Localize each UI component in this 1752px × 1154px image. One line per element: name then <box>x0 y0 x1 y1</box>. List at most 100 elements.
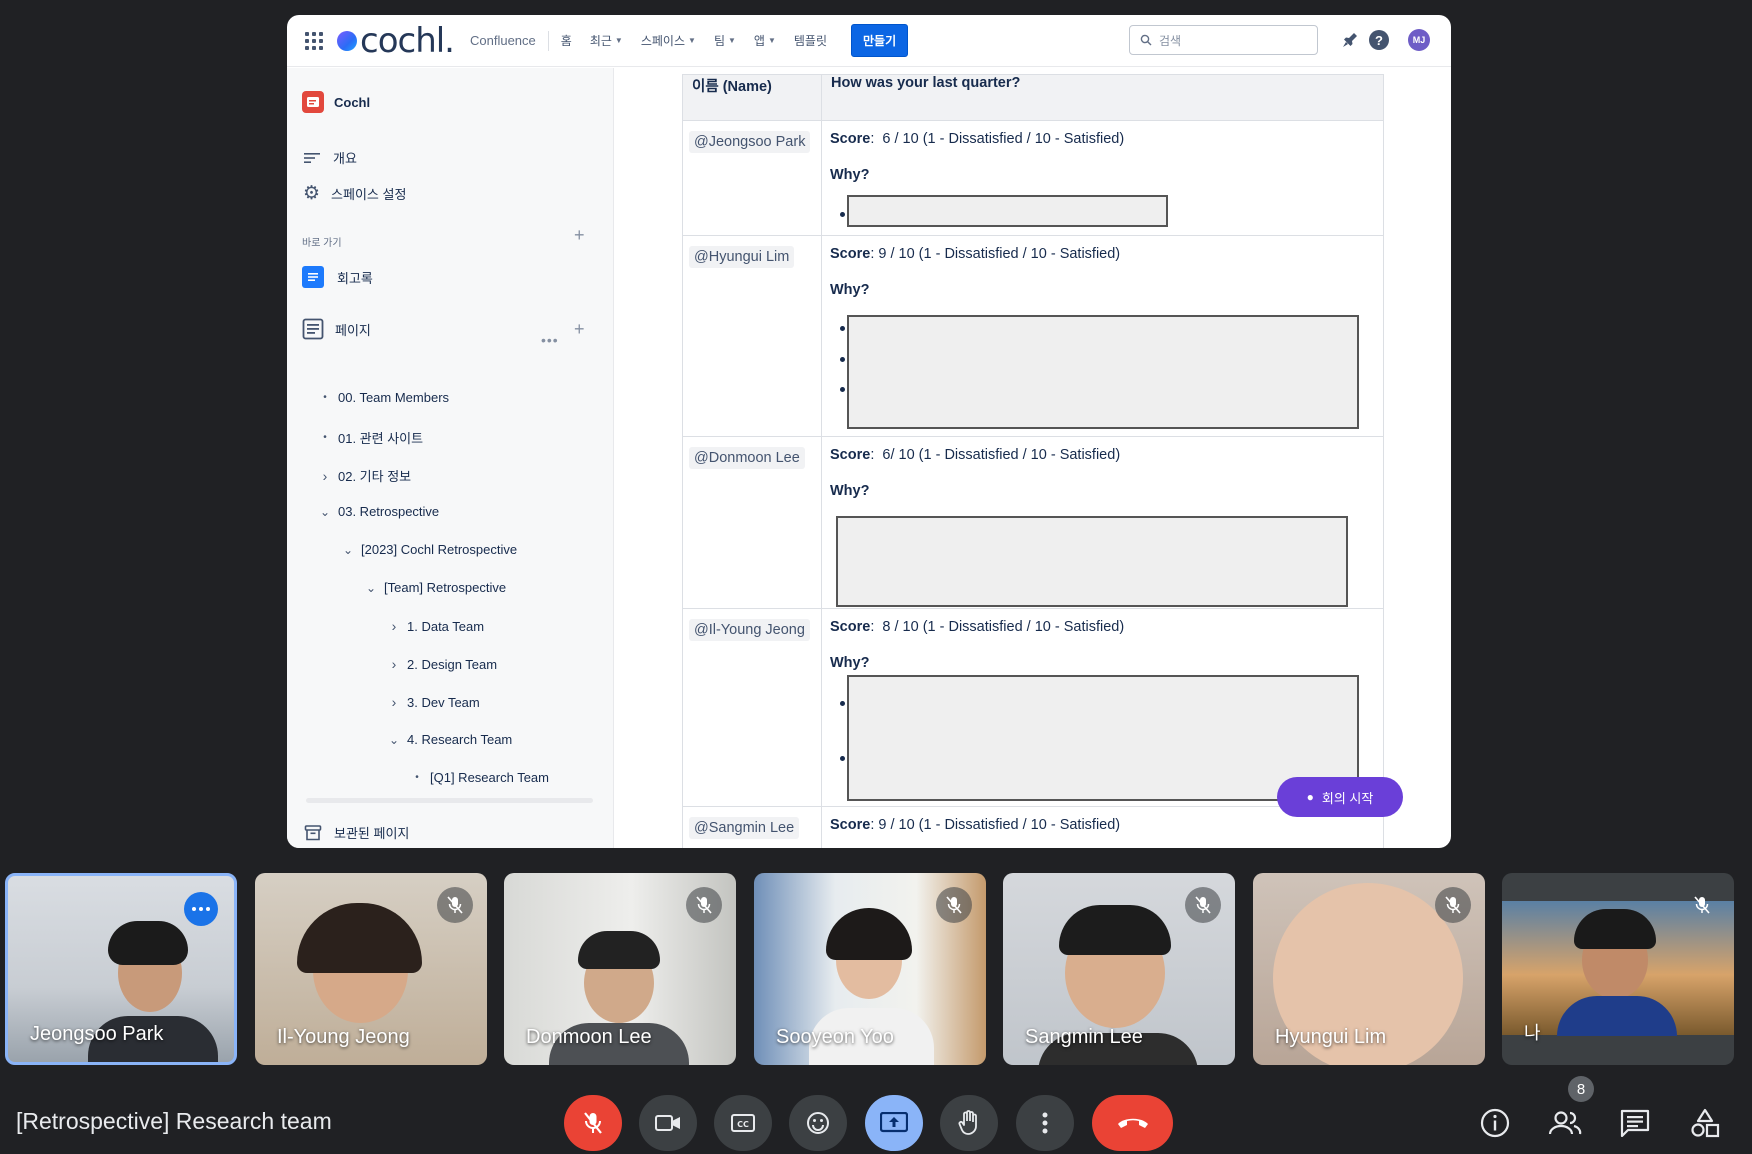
shortcuts-header: 바로 가기 <box>302 238 342 249</box>
participant-tile[interactable]: Il-Young Jeong <box>255 873 487 1065</box>
people-button[interactable] <box>1547 1105 1583 1141</box>
sidebar-item-space-settings[interactable]: ⚙ 스페이스 설정 <box>303 184 406 203</box>
app-switcher-icon[interactable] <box>305 31 323 50</box>
lightbulb-icon: ● <box>1306 790 1314 804</box>
nav-spaces[interactable]: 스페이스 ▼ <box>641 32 696 49</box>
leave-call-button[interactable] <box>1092 1095 1173 1151</box>
score-value: 9 / 10 (1 - Dissatisfied / 10 - Satisfie… <box>878 817 1121 833</box>
mic-off-icon <box>447 896 463 914</box>
score-label: Score <box>830 246 871 262</box>
emoji-icon <box>807 1112 829 1134</box>
camera-button[interactable] <box>639 1095 697 1151</box>
sidebar-item-archived[interactable]: 보관된 페이지 <box>304 823 409 842</box>
notifications-icon[interactable] <box>1339 29 1361 51</box>
mic-off-icon <box>1694 896 1710 914</box>
people-icon <box>1548 1111 1582 1135</box>
bullet-icon: • <box>323 392 327 403</box>
user-mention[interactable]: @Il-Young Jeong <box>689 619 810 641</box>
user-mention[interactable]: @Jeongsoo Park <box>689 131 811 153</box>
mic-off-icon <box>1445 896 1461 914</box>
participant-tile[interactable]: Jeongsoo Park <box>5 873 237 1065</box>
user-mention[interactable]: @Sangmin Lee <box>689 817 800 839</box>
participant-tile[interactable]: Sangmin Lee <box>1003 873 1235 1065</box>
avatar[interactable]: MJ <box>1408 29 1430 51</box>
score-label: Score <box>830 619 871 635</box>
nav-teams[interactable]: 팀 ▼ <box>714 32 736 49</box>
present-screen-button[interactable] <box>865 1095 923 1151</box>
tree-item[interactable]: ⌄ 4. Research Team <box>387 732 512 747</box>
mic-off-indicator <box>437 887 473 923</box>
tree-item[interactable]: • 00. Team Members <box>318 390 449 405</box>
cochl-logo[interactable]: cochl. <box>337 24 455 58</box>
tree-item[interactable]: › 02. 기타 정보 <box>318 466 411 485</box>
chevron-down-icon: ▼ <box>727 36 736 45</box>
search-input[interactable]: 검색 <box>1129 25 1318 55</box>
self-tile[interactable]: 나 <box>1502 873 1734 1065</box>
user-mention[interactable]: @Donmoon Lee <box>689 447 805 469</box>
more-vertical-icon <box>1042 1112 1048 1134</box>
shortcut-retrospective[interactable]: 회고록 <box>302 266 373 288</box>
nav-apps[interactable]: 앱 ▼ <box>754 32 776 49</box>
why-label: Why? <box>830 483 870 499</box>
redacted-answer <box>847 195 1168 227</box>
chevron-down-icon: ▼ <box>688 36 696 45</box>
archive-icon <box>304 824 322 840</box>
pages-icon <box>302 318 324 340</box>
why-label: Why? <box>830 167 870 183</box>
chat-button[interactable] <box>1617 1105 1653 1141</box>
bullet-icon: • <box>323 432 327 443</box>
participant-hair <box>1059 905 1171 955</box>
space-header[interactable]: Cochl <box>302 91 370 113</box>
meeting-title: [Retrospective] Research team <box>16 1108 332 1134</box>
tree-item[interactable]: › 2. Design Team <box>387 656 497 672</box>
divider <box>547 30 549 51</box>
camera-icon <box>655 1115 680 1131</box>
more-options-icon[interactable]: ••• <box>541 332 559 348</box>
list-bullet <box>840 212 845 217</box>
bullet-icon: • <box>415 772 419 783</box>
more-options-button[interactable] <box>1016 1095 1074 1151</box>
help-icon[interactable]: ? <box>1369 30 1389 50</box>
create-button[interactable]: 만들기 <box>851 24 909 57</box>
more-options-button[interactable] <box>184 892 218 926</box>
add-page-icon[interactable]: + <box>574 319 585 340</box>
user-mention[interactable]: @Hyungui Lim <box>689 246 795 268</box>
captions-button[interactable]: CC <box>714 1095 772 1151</box>
table-row: @Sangmin Lee Score: 9 / 10 (1 - Dissatis… <box>682 806 1384 848</box>
tree-item[interactable]: › 1. Data Team <box>387 618 484 634</box>
reactions-button[interactable] <box>789 1095 847 1151</box>
participant-hair <box>297 903 422 973</box>
chevron-down-icon: ⌄ <box>319 504 331 519</box>
participant-tile[interactable]: Sooyeon Yoo <box>754 873 986 1065</box>
meeting-details-button[interactable] <box>1477 1105 1513 1141</box>
score-label: Score <box>830 131 871 147</box>
pages-header[interactable]: 페이지 <box>302 318 371 340</box>
sidebar-scrollbar[interactable] <box>306 798 593 803</box>
tree-item-current[interactable]: • [Q1] Research Team <box>410 770 549 785</box>
participant-tile[interactable]: Donmoon Lee <box>504 873 736 1065</box>
start-meeting-button[interactable]: ● 회의 시작 <box>1277 777 1403 817</box>
hand-icon <box>958 1110 977 1135</box>
nav-recent[interactable]: 최근 ▼ <box>590 32 623 49</box>
raise-hand-button[interactable] <box>940 1095 998 1151</box>
nav-home[interactable]: 홈 <box>561 32 572 49</box>
chevron-down-icon: ▼ <box>767 36 776 45</box>
chevron-down-icon: ▼ <box>614 36 623 45</box>
tree-item[interactable]: ⌄ 03. Retrospective <box>318 504 439 519</box>
participant-hair <box>108 921 188 965</box>
why-label: Why? <box>830 655 870 671</box>
tree-item[interactable]: › 3. Dev Team <box>387 694 480 710</box>
nav-templates[interactable]: 템플릿 <box>794 32 827 49</box>
tree-item[interactable]: ⌄ [2023] Cochl Retrospective <box>341 542 517 557</box>
participant-tile[interactable]: Hyungui Lim <box>1253 873 1485 1065</box>
logo-mark <box>337 30 357 51</box>
tree-item[interactable]: • 01. 관련 사이트 <box>318 428 423 447</box>
microphone-button[interactable] <box>564 1095 622 1151</box>
pages-label: 페이지 <box>335 322 371 338</box>
sidebar-item-overview[interactable]: 개요 <box>304 148 357 167</box>
add-shortcut-icon[interactable]: + <box>574 225 585 246</box>
activities-button[interactable] <box>1687 1105 1723 1141</box>
tree-item[interactable]: ⌄ [Team] Retrospective <box>364 580 506 595</box>
name-cell: @Jeongsoo Park <box>682 120 822 236</box>
confluence-topbar: cochl. Confluence 홈 최근 ▼ 스페이스 ▼ 팀 ▼ 앱 ▼ 템플릿 … <box>287 15 1451 67</box>
